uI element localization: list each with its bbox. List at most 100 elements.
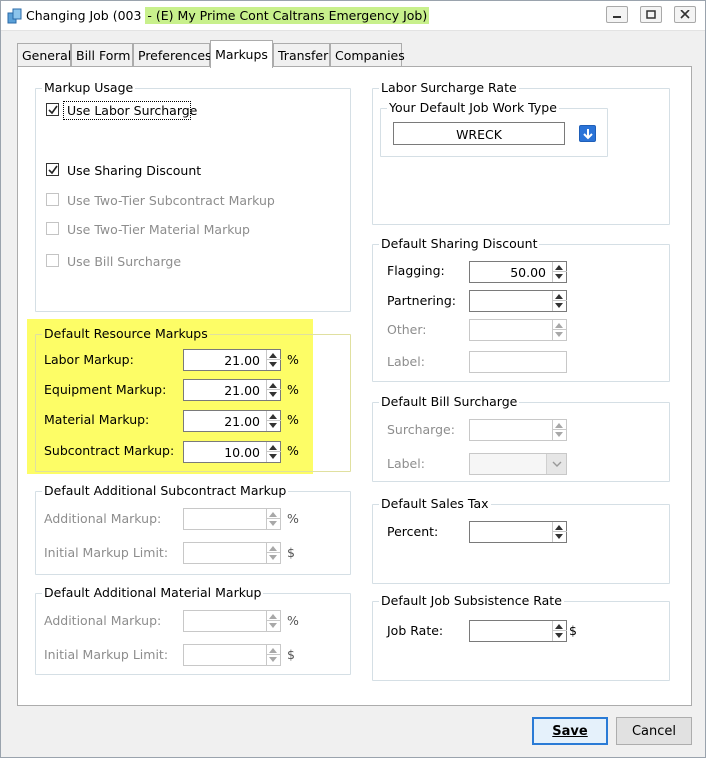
spin-down-icon[interactable] <box>269 623 277 628</box>
use-labor-surcharge-label[interactable]: Use Labor Surcharge <box>67 103 197 118</box>
save-button[interactable]: Save <box>532 717 608 745</box>
spin-buttons[interactable] <box>552 420 567 440</box>
spin-down-icon[interactable] <box>269 423 277 428</box>
use-two-tier-subcontract-checkbox[interactable] <box>46 193 59 206</box>
partnering-input[interactable] <box>469 290 567 312</box>
flagging-label: Flagging: <box>387 263 445 278</box>
chevron-down-icon <box>552 461 562 467</box>
job-rate-input[interactable] <box>469 620 567 642</box>
additional-material-markup-input[interactable] <box>183 610 281 632</box>
spin-buttons[interactable] <box>266 543 281 563</box>
spin-down-icon[interactable] <box>555 534 563 539</box>
sharing-label-label: Label: <box>387 354 425 369</box>
maximize-icon <box>646 10 656 19</box>
spin-down-icon[interactable] <box>555 633 563 638</box>
spin-up-icon[interactable] <box>269 614 277 619</box>
spin-buttons[interactable] <box>266 411 281 431</box>
work-type-field[interactable]: WRECK <box>393 122 565 145</box>
spin-down-icon[interactable] <box>269 454 277 459</box>
spin-buttons[interactable] <box>266 442 281 462</box>
use-labor-surcharge-checkbox[interactable] <box>46 103 59 116</box>
spin-up-icon[interactable] <box>555 525 563 530</box>
spin-up-icon[interactable] <box>269 353 277 358</box>
spin-buttons[interactable] <box>266 380 281 400</box>
cancel-button[interactable]: Cancel <box>616 717 692 745</box>
spin-up-icon[interactable] <box>555 323 563 328</box>
equipment-markup-input[interactable]: 21.00 <box>183 379 281 401</box>
spin-buttons[interactable] <box>552 320 567 340</box>
spin-up-icon[interactable] <box>269 414 277 419</box>
spin-up-icon[interactable] <box>269 512 277 517</box>
title-highlight: (E) My Prime Cont Caltrans Emergency Job… <box>145 7 430 24</box>
spin-up-icon[interactable] <box>269 546 277 551</box>
subcontract-markup-label: Subcontract Markup: <box>44 443 175 458</box>
spin-down-icon[interactable] <box>555 303 563 308</box>
subcontract-initial-limit-input[interactable] <box>183 542 281 564</box>
spin-buttons[interactable] <box>552 522 567 542</box>
surcharge-input[interactable] <box>469 419 567 441</box>
maximize-button[interactable] <box>640 6 662 23</box>
material-initial-limit-unit: $ <box>287 647 295 662</box>
spin-up-icon[interactable] <box>555 624 563 629</box>
flagging-input[interactable]: 50.00 <box>469 261 567 283</box>
subsistence-title: Default Job Subsistence Rate <box>379 593 564 608</box>
spin-down-icon[interactable] <box>269 657 277 662</box>
additional-material-markup-unit: % <box>287 613 299 628</box>
additional-subcontract-markup-input[interactable] <box>183 508 281 530</box>
material-markup-value: 21.00 <box>224 414 260 429</box>
labor-markup-unit: % <box>287 352 299 367</box>
spin-down-icon[interactable] <box>269 555 277 560</box>
use-bill-surcharge-label: Use Bill Surcharge <box>67 254 182 269</box>
spin-down-icon[interactable] <box>555 432 563 437</box>
spin-up-icon[interactable] <box>555 423 563 428</box>
sharing-label-input[interactable] <box>469 351 567 373</box>
spin-down-icon[interactable] <box>555 332 563 337</box>
material-initial-limit-input[interactable] <box>183 644 281 666</box>
spin-down-icon[interactable] <box>269 392 277 397</box>
tab-preferences[interactable]: Preferences <box>133 43 212 67</box>
spin-buttons[interactable] <box>266 645 281 665</box>
dropdown-button[interactable] <box>546 454 566 474</box>
close-icon <box>680 10 690 19</box>
additional-material-title: Default Additional Material Markup <box>42 585 264 600</box>
work-type-lookup-button[interactable] <box>579 125 596 142</box>
tab-transfer[interactable]: Transfer <box>273 43 330 67</box>
spin-buttons[interactable] <box>552 621 567 641</box>
app-icon <box>7 8 22 24</box>
subcontract-markup-input[interactable]: 10.00 <box>183 441 281 463</box>
bill-surcharge-label-select[interactable] <box>469 453 567 475</box>
spin-up-icon[interactable] <box>269 648 277 653</box>
spin-up-icon[interactable] <box>269 445 277 450</box>
use-sharing-discount-checkbox[interactable] <box>46 163 59 176</box>
additional-subcontract-markup-unit: % <box>287 511 299 526</box>
tab-general[interactable]: General <box>17 43 71 67</box>
spin-buttons[interactable] <box>552 262 567 282</box>
job-rate-unit: $ <box>569 623 577 638</box>
material-markup-input[interactable]: 21.00 <box>183 410 281 432</box>
spin-buttons[interactable] <box>552 291 567 311</box>
spin-up-icon[interactable] <box>555 265 563 270</box>
spin-buttons[interactable] <box>266 350 281 370</box>
minimize-button[interactable] <box>606 6 628 23</box>
spin-up-icon[interactable] <box>269 383 277 388</box>
window-title: Changing Job (003 (E) My Prime Cont Calt… <box>26 7 430 24</box>
tab-companies[interactable]: Companies <box>330 43 405 67</box>
spin-down-icon[interactable] <box>269 362 277 367</box>
sales-tax-percent-input[interactable] <box>469 521 567 543</box>
use-bill-surcharge-checkbox[interactable] <box>46 254 59 267</box>
spin-down-icon[interactable] <box>555 274 563 279</box>
spin-up-icon[interactable] <box>555 294 563 299</box>
other-input[interactable] <box>469 319 567 341</box>
markup-usage-title: Markup Usage <box>42 80 136 95</box>
use-sharing-discount-label[interactable]: Use Sharing Discount <box>67 163 201 178</box>
checkmark-icon <box>48 105 58 115</box>
tab-markups[interactable]: Markups <box>210 40 273 68</box>
labor-markup-input[interactable]: 21.00 <box>183 349 281 371</box>
spin-buttons[interactable] <box>266 509 281 529</box>
close-button[interactable] <box>674 6 696 23</box>
spin-buttons[interactable] <box>266 611 281 631</box>
job-rate-label: Job Rate: <box>387 623 444 638</box>
spin-down-icon[interactable] <box>269 521 277 526</box>
tab-bill-form[interactable]: Bill Form <box>71 43 133 67</box>
use-two-tier-material-checkbox[interactable] <box>46 222 59 235</box>
